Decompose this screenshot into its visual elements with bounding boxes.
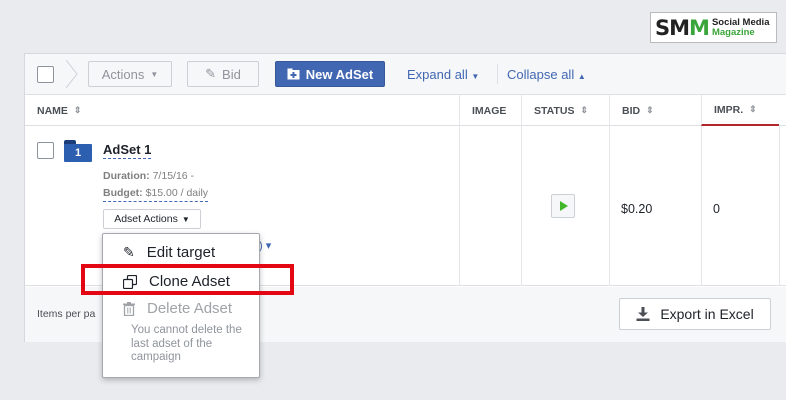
toolbar: Actions ▼ ✎ Bid New AdSet Expand all ▼ Col…	[25, 54, 786, 95]
toolbar-divider	[497, 64, 498, 84]
items-per-page-label: Items per pa	[37, 308, 96, 320]
table-header: NAME ⇕ IMAGE STATUS ⇕ BID ⇕ IMPR. ⇕	[25, 95, 786, 126]
column-header-impressions[interactable]: IMPR. ⇕	[701, 95, 779, 126]
adset-name-link[interactable]: AdSet 1	[103, 142, 152, 159]
new-folder-icon	[287, 68, 300, 80]
caret-down-icon: ▼	[150, 69, 159, 79]
column-header-status[interactable]: STATUS ⇕	[521, 95, 609, 126]
smm-logo: SMM Social Media Magazine	[650, 12, 777, 43]
menu-item-delete-adset: Delete Adset	[123, 300, 232, 317]
trash-icon	[123, 301, 135, 316]
sort-icon: ⇕	[580, 105, 588, 115]
select-all-checkbox[interactable]	[37, 66, 54, 83]
sort-icon: ⇕	[749, 104, 757, 114]
column-header-image: IMAGE	[459, 95, 521, 126]
adset-budget: Budget: $15.00 / daily	[103, 187, 209, 202]
image-cell	[459, 126, 521, 286]
delete-disabled-note: You cannot delete the last adset of the …	[131, 324, 242, 363]
download-icon	[636, 307, 650, 321]
adset-actions-button[interactable]: Adset Actions ▼	[103, 209, 201, 229]
column-header-bid[interactable]: BID ⇕	[609, 95, 701, 126]
pencil-icon: ✎	[123, 244, 135, 260]
bid-button[interactable]: ✎ Bid	[187, 61, 259, 87]
export-excel-button[interactable]: Export in Excel	[619, 298, 771, 330]
expand-all-link[interactable]: Expand all ▼	[407, 67, 479, 82]
clone-adset-highlight-box	[81, 264, 294, 295]
logo-line1: Social Media	[711, 16, 770, 28]
next-cell	[779, 126, 786, 286]
sort-icon: ⇕	[73, 105, 82, 115]
caret-down-icon: ▼	[471, 72, 480, 81]
column-header-name[interactable]: NAME ⇕	[25, 95, 459, 126]
play-icon	[560, 201, 568, 211]
breadcrumb-chevron-icon	[65, 59, 78, 89]
row-checkbox[interactable]	[37, 142, 54, 159]
adset-actions-menu: ✎ Edit target Clone Adset Delete Adset Y…	[102, 233, 260, 378]
caret-down-icon: ▼	[181, 214, 190, 224]
menu-item-edit-target[interactable]: ✎ Edit target	[123, 244, 215, 261]
logo-line2: Magazine	[711, 26, 755, 38]
bid-value: $0.20	[621, 202, 653, 216]
adset-folder-icon: 1	[64, 140, 92, 162]
logo-mark: SMM	[655, 15, 710, 40]
adset-duration: Duration: 7/15/16 -	[103, 170, 195, 182]
new-adset-button[interactable]: New AdSet	[275, 61, 385, 87]
pencil-icon: ✎	[205, 66, 217, 81]
status-toggle-button[interactable]	[551, 194, 575, 218]
caret-up-icon: ▲	[577, 72, 586, 81]
impressions-value: 0	[713, 202, 720, 216]
hidden-dropdown-caret: ) ▾	[259, 240, 272, 252]
collapse-all-link[interactable]: Collapse all ▲	[507, 67, 586, 82]
sort-icon: ⇕	[646, 105, 654, 115]
actions-dropdown-button[interactable]: Actions ▼	[88, 61, 172, 87]
